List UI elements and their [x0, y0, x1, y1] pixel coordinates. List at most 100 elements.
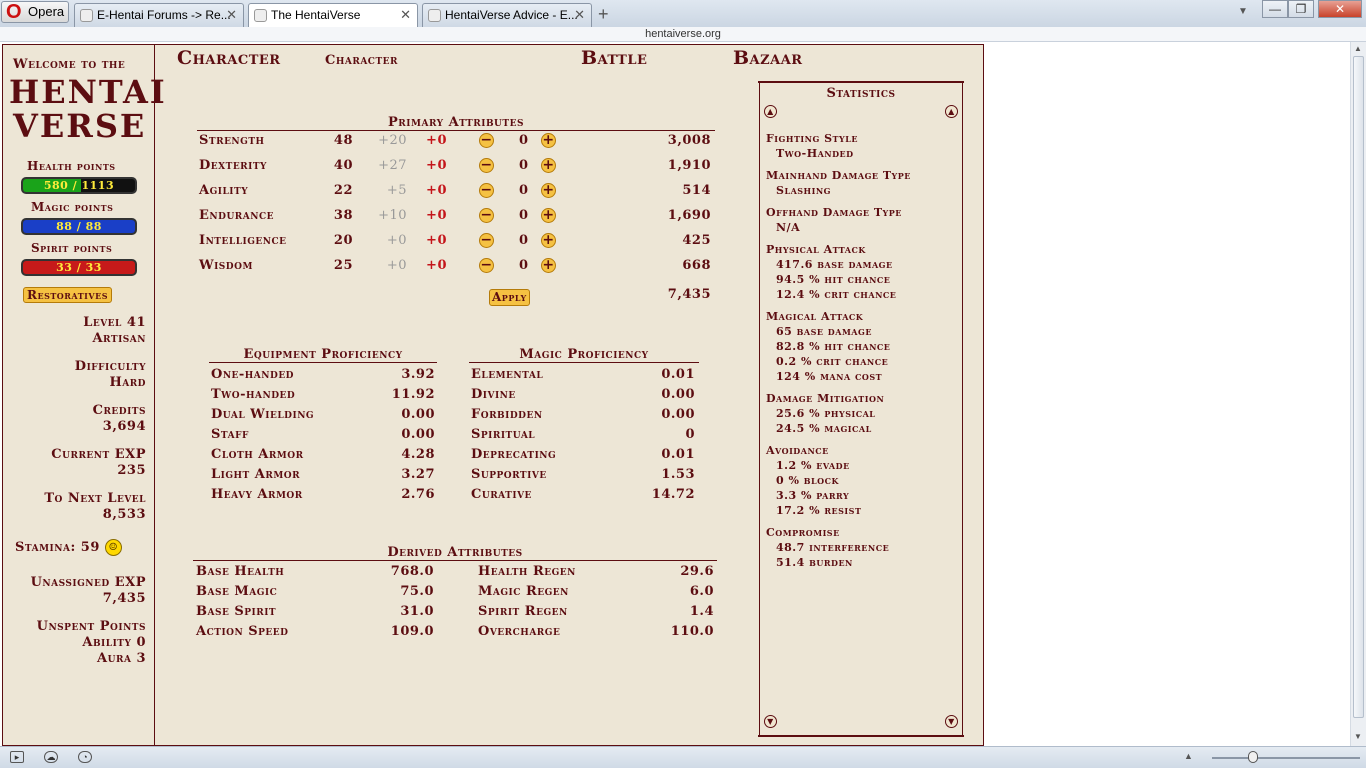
stat-value: 124 % mana cost	[776, 370, 883, 383]
scrollbar-thumb[interactable]	[1353, 56, 1364, 718]
maximize-button[interactable]: ❐	[1288, 0, 1314, 18]
proficiency-name: Heavy Armor	[211, 487, 303, 502]
equipment-proficiency-title: Equipment Proficiency	[209, 347, 437, 363]
plus-icon[interactable]: +	[541, 183, 556, 198]
minus-icon[interactable]: −	[479, 258, 494, 273]
derived-name: Base Magic	[196, 584, 278, 599]
minus-icon[interactable]: −	[479, 183, 494, 198]
welcome-text: Welcome to the	[13, 57, 126, 72]
game-panel: Welcome to the HENTAI VERSE Health point…	[2, 44, 984, 746]
stat-heading: Magical Attack	[766, 310, 864, 323]
tab-list-chevron-icon[interactable]: ▼	[1238, 6, 1248, 17]
attribute-bonus: +0	[426, 183, 447, 198]
attribute-allocated: 0	[519, 133, 529, 148]
cloud-icon[interactable]: ☁	[44, 751, 58, 763]
attribute-bonus: +0	[426, 208, 447, 223]
attribute-row: Endurance 38 +10 +0 − 0 +1,690	[199, 206, 715, 226]
aura-points: Aura 3	[97, 651, 146, 666]
minus-icon[interactable]: −	[479, 233, 494, 248]
attribute-row: Intelligence 20 +0 +0 − 0 +425	[199, 231, 715, 251]
stat-value: Two-Handed	[776, 147, 854, 160]
attribute-base: 48	[333, 133, 353, 148]
attribute-name: Dexterity	[199, 158, 267, 173]
scroll-up-right-icon[interactable]: ▲	[945, 105, 958, 118]
apply-button[interactable]: Apply	[489, 289, 530, 306]
equipment-row: Light Armor 3.27	[211, 465, 437, 485]
opera-menu-label: Opera	[28, 4, 65, 19]
magic-value: 88 / 88	[56, 220, 102, 233]
vertical-scrollbar[interactable]: ▲ ▼	[1350, 42, 1366, 746]
attribute-bonus: +0	[426, 133, 447, 148]
attribute-total: 1,910	[667, 158, 711, 173]
proficiency-value: 0.00	[661, 407, 695, 422]
scroll-down-arrow-icon[interactable]: ▼	[1354, 732, 1362, 741]
derived-name: Spirit Regen	[478, 604, 568, 619]
attribute-row: Wisdom 25 +0 +0 − 0 +668	[199, 256, 715, 276]
stat-value: N/A	[776, 221, 801, 234]
attribute-total: 425	[682, 233, 711, 248]
tab-hentaiverse[interactable]: The HentaiVerse ✕	[248, 3, 418, 28]
scroll-up-left-icon[interactable]: ▲	[764, 105, 777, 118]
statistics-panel: Statistics ▲ ▲ Fighting Style Two-Handed M…	[758, 81, 964, 737]
nav-bazaar[interactable]: Bazaar	[733, 47, 803, 69]
plus-icon[interactable]: +	[541, 133, 556, 148]
scroll-down-right-icon[interactable]: ▼	[945, 715, 958, 728]
stat-heading: Fighting Style	[766, 132, 858, 145]
magic-bar: 88 / 88	[21, 218, 137, 235]
favicon-icon	[80, 9, 93, 22]
ability-points: Ability 0	[82, 635, 146, 650]
nav-character[interactable]: Character	[177, 47, 281, 69]
spirit-value: 33 / 33	[56, 261, 102, 274]
proficiency-name: Cloth Armor	[211, 447, 304, 462]
plus-icon[interactable]: +	[541, 208, 556, 223]
close-window-button[interactable]: ✕	[1318, 0, 1362, 18]
attribute-row: Agility 22 +5 +0 − 0 +514	[199, 181, 715, 201]
divider	[758, 81, 964, 83]
proficiency-name: Dual Wielding	[211, 407, 315, 422]
scroll-up-arrow-icon[interactable]: ▲	[1354, 44, 1362, 53]
tab-advice[interactable]: HentaiVerse Advice - E... ✕	[422, 3, 592, 27]
restoratives-button[interactable]: Restoratives	[23, 287, 112, 303]
stat-value: 0.2 % crit chance	[776, 355, 889, 368]
stat-value: Slashing	[776, 184, 831, 197]
opera-menu-button[interactable]: O Opera	[1, 1, 69, 23]
tab-forums[interactable]: E-Hentai Forums -> Re... ✕	[74, 3, 244, 27]
zoom-slider[interactable]	[1212, 757, 1360, 759]
attribute-name: Wisdom	[199, 258, 253, 273]
attribute-row: Strength 48 +20 +0 − 0 +3,008	[199, 131, 715, 151]
browser-tabbar: O Opera E-Hentai Forums -> Re... ✕ The H…	[0, 0, 1366, 28]
minus-icon[interactable]: −	[479, 133, 494, 148]
minus-icon[interactable]: −	[479, 158, 494, 173]
proficiency-name: Forbidden	[471, 407, 543, 422]
stat-value: 1.2 % evade	[776, 459, 850, 472]
view-arrow-icon[interactable]: ▲	[1184, 751, 1193, 761]
subnav-character[interactable]: Character	[325, 53, 398, 68]
zoom-slider-handle[interactable]	[1248, 751, 1258, 763]
minimize-button[interactable]: —	[1262, 0, 1288, 18]
plus-icon[interactable]: +	[541, 233, 556, 248]
magic-row: Spiritual 0	[471, 425, 697, 445]
minus-icon[interactable]: −	[479, 208, 494, 223]
credits-label: Credits	[92, 403, 146, 418]
magic-row: Curative 14.72	[471, 485, 697, 505]
plus-icon[interactable]: +	[541, 158, 556, 173]
tab-close-icon[interactable]: ✕	[574, 4, 585, 26]
attribute-allocated: 0	[519, 183, 529, 198]
tab-title: E-Hentai Forums -> Re...	[97, 8, 231, 22]
panel-toggle-icon[interactable]: ▸	[10, 751, 24, 763]
current-exp-value: 235	[117, 463, 146, 478]
tab-close-icon[interactable]: ✕	[400, 4, 411, 26]
nav-battle[interactable]: Battle	[581, 47, 647, 69]
difficulty-value: Hard	[109, 375, 146, 390]
new-tab-button[interactable]: +	[598, 4, 609, 25]
scroll-down-left-icon[interactable]: ▼	[764, 715, 777, 728]
equipment-row: Heavy Armor 2.76	[211, 485, 437, 505]
tab-close-icon[interactable]: ✕	[226, 4, 237, 26]
address-bar[interactable]: hentaiverse.org	[0, 27, 1366, 42]
proficiency-name: Divine	[471, 387, 516, 402]
speed-dial-icon[interactable]: ◔	[78, 751, 92, 763]
derived-value: 75.0	[400, 584, 434, 599]
plus-icon[interactable]: +	[541, 258, 556, 273]
level: Level 41	[83, 315, 146, 330]
attribute-mod: +10	[378, 208, 407, 223]
